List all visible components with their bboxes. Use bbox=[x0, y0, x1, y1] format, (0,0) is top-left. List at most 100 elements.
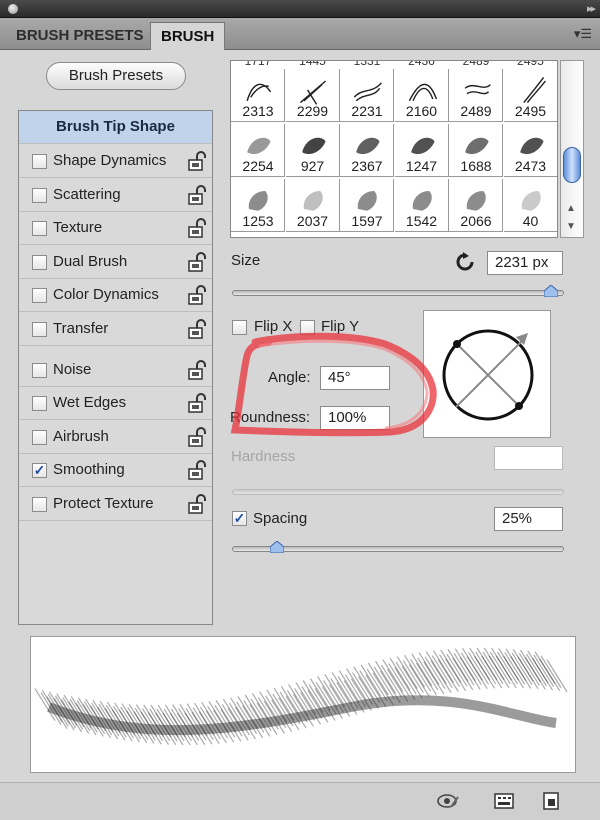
spacing-checkbox[interactable]: ✓ bbox=[232, 511, 247, 526]
new-preset-icon[interactable] bbox=[540, 791, 562, 811]
sidebar-item-noise[interactable]: Noise bbox=[19, 354, 212, 387]
tip-grid-scrollbar[interactable]: ▲ ▼ bbox=[560, 60, 584, 238]
hardness-slider bbox=[232, 489, 564, 495]
roundness-field[interactable]: 100% bbox=[320, 406, 390, 430]
angle-field[interactable]: 45° bbox=[320, 366, 390, 390]
spacing-field[interactable]: 25% bbox=[494, 507, 563, 531]
brush-tip-cell[interactable]: 1542 bbox=[394, 179, 449, 232]
panel-menu-icon[interactable]: ▾☰ bbox=[574, 26, 592, 42]
brush-angle-dial[interactable] bbox=[424, 311, 552, 439]
sidebar-checkbox[interactable] bbox=[32, 322, 47, 337]
brush-tip-cell[interactable]: 927 bbox=[285, 124, 340, 177]
brush-stroke-preview bbox=[30, 636, 576, 773]
sidebar-checkbox[interactable] bbox=[32, 497, 47, 512]
brush-tip-cell[interactable]: 2160 bbox=[394, 69, 449, 122]
spacing-slider-thumb[interactable] bbox=[270, 541, 285, 553]
create-preset-icon[interactable] bbox=[493, 791, 515, 811]
brush-tip-cell[interactable]: 2489 bbox=[449, 69, 503, 122]
sidebar-checkbox[interactable] bbox=[32, 288, 47, 304]
sidebar-checkbox[interactable] bbox=[32, 362, 47, 378]
size-slider-thumb[interactable] bbox=[543, 285, 558, 297]
brush-tip-cell[interactable]: 40 bbox=[503, 179, 557, 232]
angle-roundness-widget[interactable] bbox=[423, 310, 551, 438]
sidebar-item-shape-dynamics[interactable]: Shape Dynamics bbox=[19, 145, 212, 178]
scroll-down-icon[interactable]: ▼ bbox=[566, 221, 576, 232]
sidebar-checkbox[interactable] bbox=[32, 429, 47, 445]
lock-icon[interactable] bbox=[187, 285, 207, 306]
angle-label: Angle: bbox=[268, 369, 311, 386]
tab-brush[interactable]: BRUSH bbox=[150, 22, 226, 50]
brush-tip-size: 2299 bbox=[296, 103, 329, 119]
brush-tip-thumbnail bbox=[465, 137, 489, 155]
brush-presets-button[interactable]: Brush Presets bbox=[46, 62, 186, 90]
partial-tip-number: 1445 bbox=[299, 60, 326, 68]
flip-x-checkbox[interactable] bbox=[232, 320, 247, 335]
sidebar-item-smoothing[interactable]: ✓ Smoothing bbox=[19, 454, 212, 488]
brush-tip-cell[interactable]: 2299 bbox=[285, 69, 340, 122]
brush-tip-size: 927 bbox=[300, 158, 325, 174]
sidebar-item-color-dynamics[interactable]: Color Dynamics bbox=[19, 279, 212, 313]
lock-icon[interactable] bbox=[187, 494, 207, 514]
lock-icon[interactable] bbox=[187, 426, 207, 447]
sidebar-item-dual-brush[interactable]: Dual Brush bbox=[19, 246, 212, 279]
lock-icon[interactable] bbox=[187, 460, 207, 481]
brush-tip-cell[interactable]: 1688 bbox=[449, 124, 503, 177]
brush-tip-thumbnail bbox=[519, 137, 544, 155]
size-field[interactable]: 2231 px bbox=[487, 251, 563, 275]
lock-icon[interactable] bbox=[187, 218, 207, 238]
size-slider[interactable] bbox=[232, 290, 564, 296]
reset-size-icon[interactable] bbox=[455, 252, 475, 272]
brush-tip-cell[interactable]: 2495 bbox=[503, 69, 557, 122]
brush-tip-size: 2473 bbox=[514, 158, 547, 174]
flip-x-label: Flip X bbox=[254, 318, 293, 335]
sidebar-checkbox[interactable] bbox=[32, 254, 47, 270]
brush-tip-grid[interactable]: 1717 1445 1331 2436 2489 2495 2313 2299 2231 216… bbox=[230, 60, 558, 238]
brush-tip-thumbnail bbox=[356, 137, 380, 155]
brush-tip-size: 1597 bbox=[351, 213, 383, 229]
partial-tip-number: 2495 bbox=[517, 60, 544, 68]
brush-tip-cell[interactable]: 2473 bbox=[503, 124, 557, 177]
brush-tip-cell[interactable]: 1253 bbox=[231, 179, 285, 232]
lock-icon[interactable] bbox=[187, 251, 207, 272]
brush-tip-thumbnail bbox=[299, 80, 326, 105]
lock-icon[interactable] bbox=[187, 319, 207, 339]
scrollbar-thumb[interactable] bbox=[563, 147, 581, 183]
lock-icon[interactable] bbox=[187, 184, 207, 205]
brush-tip-size: 2037 bbox=[296, 213, 329, 229]
brush-tip-cell[interactable]: 1597 bbox=[340, 179, 394, 232]
close-icon[interactable] bbox=[8, 4, 18, 14]
tab-brush-presets[interactable]: BRUSH PRESETS bbox=[6, 22, 154, 50]
roundness-label: Roundness: bbox=[230, 409, 311, 426]
sidebar-item-airbrush[interactable]: Airbrush bbox=[19, 421, 212, 454]
sidebar-checkbox[interactable] bbox=[32, 396, 47, 412]
sidebar-item-brush-tip-shape[interactable]: Brush Tip Shape bbox=[19, 111, 212, 144]
brush-tip-size: 1688 bbox=[460, 158, 492, 174]
brush-tip-thumbnail bbox=[303, 191, 323, 211]
sidebar-item-wet-edges[interactable]: Wet Edges bbox=[19, 387, 212, 421]
sidebar-checkbox[interactable] bbox=[32, 221, 47, 237]
sidebar-item-transfer[interactable]: Transfer bbox=[19, 313, 212, 346]
brush-tip-thumbnail bbox=[248, 191, 268, 211]
brush-tip-thumbnail bbox=[301, 137, 326, 155]
sidebar-item-label: Brush Tip Shape bbox=[56, 118, 175, 135]
brush-tip-cell[interactable]: 2066 bbox=[449, 179, 503, 232]
brush-tip-cell[interactable]: 2254 bbox=[231, 124, 285, 177]
lock-icon[interactable] bbox=[187, 151, 207, 171]
sidebar-checkbox[interactable] bbox=[32, 154, 47, 169]
lock-icon[interactable] bbox=[187, 393, 207, 413]
flip-y-checkbox[interactable] bbox=[300, 320, 315, 335]
brush-tip-cell[interactable]: 2231 bbox=[340, 69, 394, 122]
sidebar-item-texture[interactable]: Texture bbox=[19, 212, 212, 246]
brush-tip-cell[interactable]: 2313 bbox=[231, 69, 285, 122]
sidebar-item-protect-texture[interactable]: Protect Texture bbox=[19, 488, 212, 521]
sidebar-checkbox[interactable]: ✓ bbox=[32, 463, 47, 479]
toggle-live-tip-icon[interactable] bbox=[437, 791, 459, 811]
brush-tip-cell[interactable]: 2367 bbox=[340, 124, 394, 177]
brush-tip-cell[interactable]: 2037 bbox=[285, 179, 340, 232]
brush-tip-cell[interactable]: 1247 bbox=[394, 124, 449, 177]
collapse-icon[interactable]: ▸▸ bbox=[587, 2, 596, 15]
scroll-up-icon[interactable]: ▲ bbox=[566, 203, 576, 214]
sidebar-item-scattering[interactable]: Scattering bbox=[19, 179, 212, 212]
sidebar-checkbox[interactable] bbox=[32, 187, 47, 203]
lock-icon[interactable] bbox=[187, 359, 207, 380]
